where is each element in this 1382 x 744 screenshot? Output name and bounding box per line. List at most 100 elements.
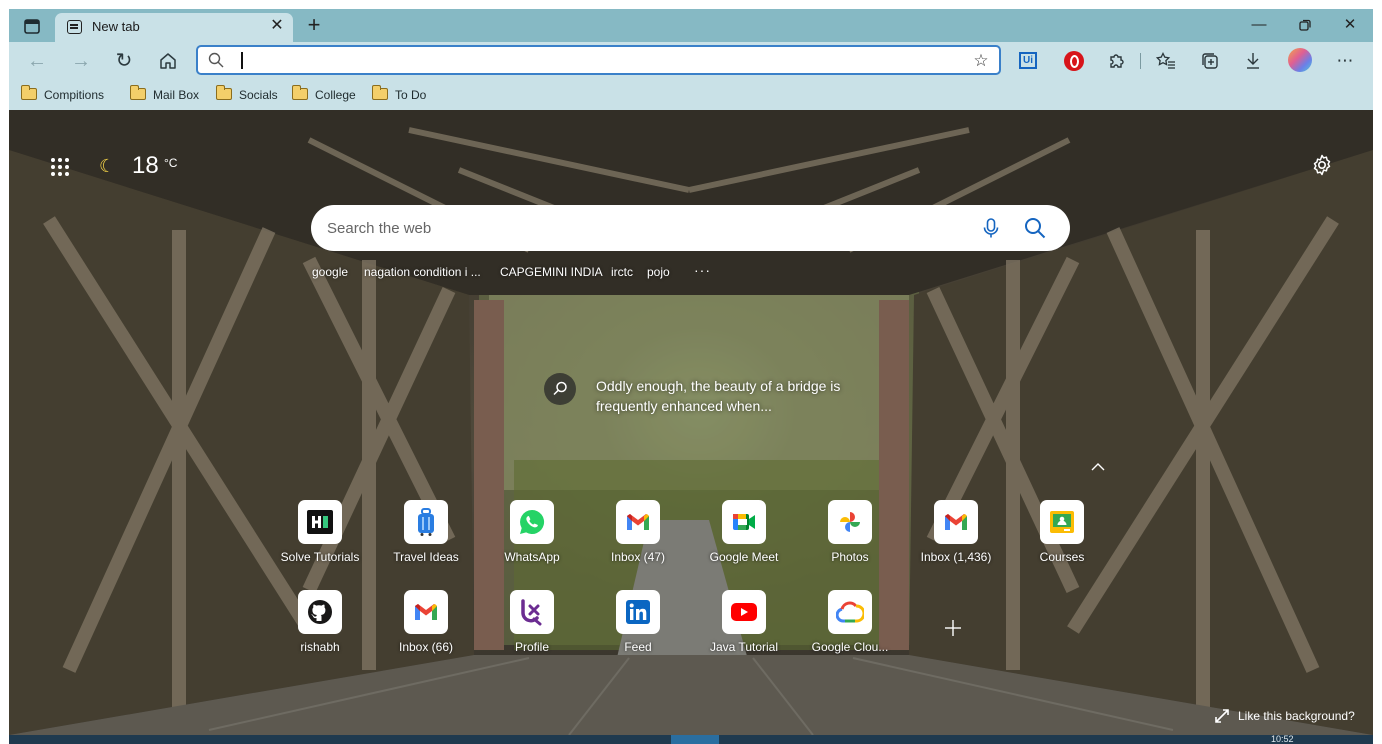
like-background-link[interactable]: Like this background?: [1214, 708, 1355, 726]
settings-more-icon[interactable]: ⋯: [1332, 49, 1358, 73]
favorites-icon[interactable]: [1153, 49, 1179, 73]
google-photos-icon: [828, 500, 872, 544]
taskbar-clock[interactable]: 10:52: [1271, 735, 1294, 744]
google-meet-icon: [722, 500, 766, 544]
close-tab-icon[interactable]: ✕: [267, 16, 287, 36]
quick-link-solve-tutorials[interactable]: Solve Tutorials: [270, 500, 370, 576]
back-button[interactable]: ←: [23, 48, 51, 74]
folder-icon: [21, 85, 37, 100]
suggestion-link[interactable]: nagation condition i ...: [364, 265, 481, 279]
new-tab-page-icon: [67, 20, 82, 34]
extension-opera-icon[interactable]: [1064, 51, 1084, 71]
quick-link-label: Feed: [624, 640, 652, 654]
quick-link-label: Courses: [1039, 550, 1085, 564]
like-background-label: Like this background?: [1238, 709, 1355, 723]
downloads-icon[interactable]: [1240, 49, 1266, 73]
title-bar: New tab ✕ + — ✕: [9, 9, 1373, 42]
suggestion-link[interactable]: pojo: [647, 265, 670, 279]
bookmark-folder-mail-box[interactable]: Mail Box: [130, 85, 199, 104]
home-button[interactable]: [154, 48, 182, 74]
quick-link-google-meet[interactable]: Google Meet: [694, 500, 794, 576]
search-icon: [208, 52, 224, 68]
add-shortcut-icon[interactable]: [943, 618, 963, 638]
temperature-unit: °C: [164, 156, 178, 170]
quick-link-label: Travel Ideas: [393, 550, 459, 564]
microphone-icon[interactable]: [979, 216, 1003, 240]
quick-link-label: Java Tutorial: [709, 640, 779, 654]
toolbar: ← → ↻ ☆ Ui ⋯: [9, 42, 1373, 80]
background-info-text[interactable]: Oddly enough, the beauty of a bridge is …: [596, 376, 896, 416]
suggestion-link[interactable]: CAPGEMINI INDIA: [500, 265, 603, 279]
quick-link-photos[interactable]: Photos: [800, 500, 900, 576]
quick-link-java-tutorial[interactable]: Java Tutorial: [694, 590, 794, 666]
quick-link-label: Inbox (66): [398, 640, 454, 654]
tab-title: New tab: [92, 19, 140, 34]
bookmark-folder-compitions[interactable]: Compitions: [21, 85, 105, 104]
luggage-icon: [404, 500, 448, 544]
quick-link-whatsapp[interactable]: WhatsApp: [482, 500, 582, 576]
quick-link-profile[interactable]: Profile: [482, 590, 582, 666]
suggestion-link[interactable]: google: [312, 265, 348, 279]
profile-logo-icon: [510, 590, 554, 634]
profile-avatar[interactable]: [1288, 48, 1312, 72]
chevron-up-icon[interactable]: [1088, 460, 1108, 474]
quick-link-courses[interactable]: Courses: [1012, 500, 1112, 576]
quick-link-label: Google Meet: [709, 550, 779, 564]
temperature[interactable]: 18: [132, 152, 159, 180]
collections-icon[interactable]: [1197, 49, 1223, 73]
forward-button[interactable]: →: [67, 48, 95, 74]
refresh-button[interactable]: ↻: [110, 48, 138, 74]
bookmark-label: Compitions: [44, 88, 105, 102]
bookmark-folder-college[interactable]: College: [292, 85, 356, 104]
new-tab-button[interactable]: +: [303, 14, 325, 36]
more-suggestions-icon[interactable]: ···: [694, 262, 711, 278]
quick-link-label: Inbox (47): [610, 550, 666, 564]
tab-actions-icon[interactable]: [21, 15, 43, 37]
quick-link-label: WhatsApp: [504, 550, 560, 564]
taskbar: 10:52: [9, 735, 1373, 744]
web-search-box[interactable]: [311, 205, 1070, 251]
extensions-puzzle-icon[interactable]: [1104, 49, 1130, 73]
folder-icon: [216, 85, 232, 100]
quick-link-inbox-66[interactable]: Inbox (66): [376, 590, 476, 666]
quick-link-label: Profile: [514, 640, 549, 654]
quick-link-rishabh[interactable]: rishabh: [270, 590, 370, 666]
page-settings-gear-icon[interactable]: [1310, 153, 1334, 177]
image-info-search-icon[interactable]: [544, 373, 576, 405]
close-window-button[interactable]: ✕: [1335, 14, 1365, 36]
tab-new-tab[interactable]: New tab ✕: [55, 13, 293, 42]
bookmark-folder-to-do[interactable]: To Do: [372, 85, 427, 104]
google-classroom-icon: [1040, 500, 1084, 544]
text-caret: [241, 52, 243, 69]
quick-link-inbox-47[interactable]: Inbox (47): [588, 500, 688, 576]
app-launcher-icon[interactable]: [51, 158, 69, 176]
minimize-button[interactable]: —: [1244, 14, 1274, 36]
add-favorite-icon[interactable]: ☆: [971, 51, 991, 71]
suggestion-link[interactable]: irctc: [611, 265, 633, 279]
search-submit-icon[interactable]: [1023, 216, 1047, 240]
gmail-icon: [934, 500, 978, 544]
quick-link-label: Solve Tutorials: [280, 550, 360, 564]
bookmark-folder-socials[interactable]: Socials: [216, 85, 278, 104]
quick-link-google-cloud[interactable]: Google Clou...: [800, 590, 900, 666]
restore-button[interactable]: [1290, 14, 1320, 36]
taskbar-active-app[interactable]: [671, 735, 719, 744]
search-input[interactable]: [327, 217, 927, 239]
quick-link-feed[interactable]: Feed: [588, 590, 688, 666]
quick-link-inbox-1436[interactable]: Inbox (1,436): [906, 500, 1006, 576]
gmail-icon: [616, 500, 660, 544]
screen: New tab ✕ + — ✕ ← → ↻ ☆ Ui ⋯ Compitions …: [0, 0, 1382, 744]
extension-ui-icon[interactable]: Ui: [1019, 52, 1037, 69]
google-cloud-icon: [828, 590, 872, 634]
quick-link-label: Inbox (1,436): [920, 550, 992, 564]
moon-weather-icon[interactable]: ☾: [99, 156, 119, 176]
bookmark-label: To Do: [395, 88, 427, 102]
gmail-icon: [404, 590, 448, 634]
bookmark-label: College: [315, 88, 356, 102]
quick-link-label: Google Clou...: [811, 640, 889, 654]
quick-link-travel-ideas[interactable]: Travel Ideas: [376, 500, 476, 576]
folder-icon: [372, 85, 388, 100]
expand-icon: [1215, 709, 1229, 723]
address-bar[interactable]: ☆: [196, 45, 1001, 75]
toolbar-divider: [1140, 53, 1141, 69]
